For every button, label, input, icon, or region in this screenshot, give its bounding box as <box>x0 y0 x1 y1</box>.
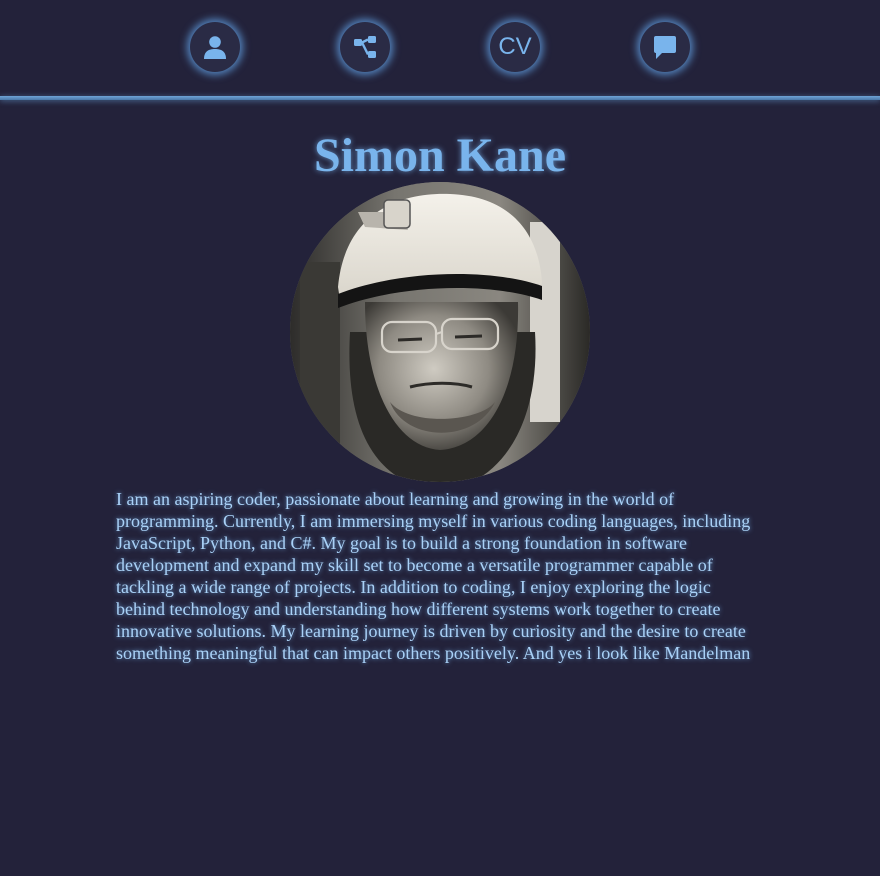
profile-nav-button[interactable] <box>190 22 240 72</box>
message-icon <box>654 36 676 59</box>
profile-photo <box>290 182 590 482</box>
contact-nav-button[interactable] <box>640 22 690 72</box>
nav-divider <box>0 96 880 100</box>
profile-name: Simon Kane <box>313 129 567 182</box>
sitemap-icon <box>354 36 376 58</box>
user-icon <box>204 36 226 59</box>
cv-nav-button[interactable]: CV <box>490 22 540 72</box>
profile-bio: I am an aspiring coder, passionate about… <box>116 489 751 663</box>
cv-icon: CV <box>498 33 532 60</box>
projects-nav-button[interactable] <box>340 22 390 72</box>
profile-photo-image <box>290 182 590 482</box>
top-navigation: CV <box>0 0 880 96</box>
